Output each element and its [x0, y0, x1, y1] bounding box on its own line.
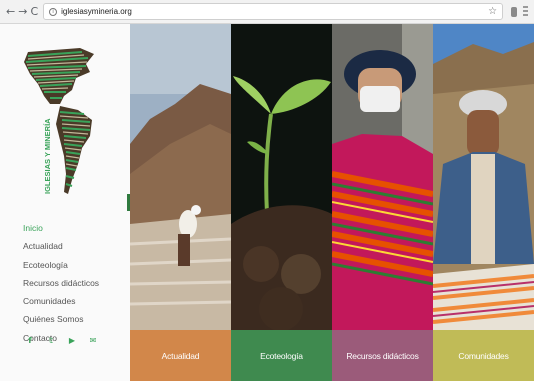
menu-item-ecoteologia[interactable]: Ecoteología: [23, 256, 99, 274]
panel-label-comunidades[interactable]: Comunidades: [433, 330, 534, 381]
extension-icon[interactable]: [511, 6, 518, 17]
panel-recursos-didacticos[interactable]: Recursos didácticos: [332, 24, 433, 381]
panel-label-recursos-didacticos[interactable]: Recursos didácticos: [332, 330, 433, 381]
browser-menu-icon[interactable]: [523, 5, 528, 18]
address-url[interactable]: iglesiasymineria.org: [61, 7, 488, 16]
browser-toolbar: ← → C i iglesiasymineria.org ☆: [0, 0, 534, 24]
reload-icon[interactable]: C: [30, 5, 38, 19]
panel-comunidades[interactable]: Comunidades: [433, 24, 534, 381]
social-links: f 𝕥 ▶ ✉: [24, 335, 108, 347]
email-icon[interactable]: ✉: [87, 335, 99, 347]
address-bar[interactable]: i iglesiasymineria.org ☆: [43, 3, 504, 20]
menu-item-recursos-didacticos[interactable]: Recursos didácticos: [23, 274, 99, 292]
twitter-icon[interactable]: 𝕥: [45, 335, 57, 347]
hero-panels: Actualidad Ecoteología Recursos didáctic…: [130, 24, 534, 381]
site-logo[interactable]: IGLESIAS Y MINERÍA: [20, 44, 110, 204]
facebook-icon[interactable]: f: [24, 335, 36, 347]
back-icon[interactable]: ←: [6, 5, 15, 19]
panel-photo-salt-flats: [130, 24, 231, 330]
menu-item-comunidades[interactable]: Comunidades: [23, 292, 99, 310]
bookmark-star-icon[interactable]: ☆: [488, 6, 497, 17]
americas-map-icon: [24, 48, 94, 194]
panel-actualidad[interactable]: Actualidad: [130, 24, 231, 381]
youtube-icon[interactable]: ▶: [66, 335, 78, 347]
site-info-icon[interactable]: i: [49, 7, 58, 16]
panel-photo-seedling: [231, 24, 332, 330]
panel-ecoteologia[interactable]: Ecoteología: [231, 24, 332, 381]
menu-item-quienes-somos[interactable]: Quiénes Somos: [23, 310, 99, 328]
panel-label-actualidad[interactable]: Actualidad: [130, 330, 231, 381]
panel-photo-woman-with-mask: [332, 24, 433, 330]
logo-text: IGLESIAS Y MINERÍA: [43, 118, 52, 194]
panel-photo-miner-with-helmet: [433, 24, 534, 330]
sidebar: IGLESIAS Y MINERÍA Inicio Actualidad Eco…: [0, 24, 130, 381]
panel-label-ecoteologia[interactable]: Ecoteología: [231, 330, 332, 381]
menu-item-inicio[interactable]: Inicio: [23, 219, 99, 237]
forward-icon[interactable]: →: [18, 5, 27, 19]
menu-item-actualidad[interactable]: Actualidad: [23, 237, 99, 255]
main-menu: Inicio Actualidad Ecoteología Recursos d…: [23, 219, 99, 347]
